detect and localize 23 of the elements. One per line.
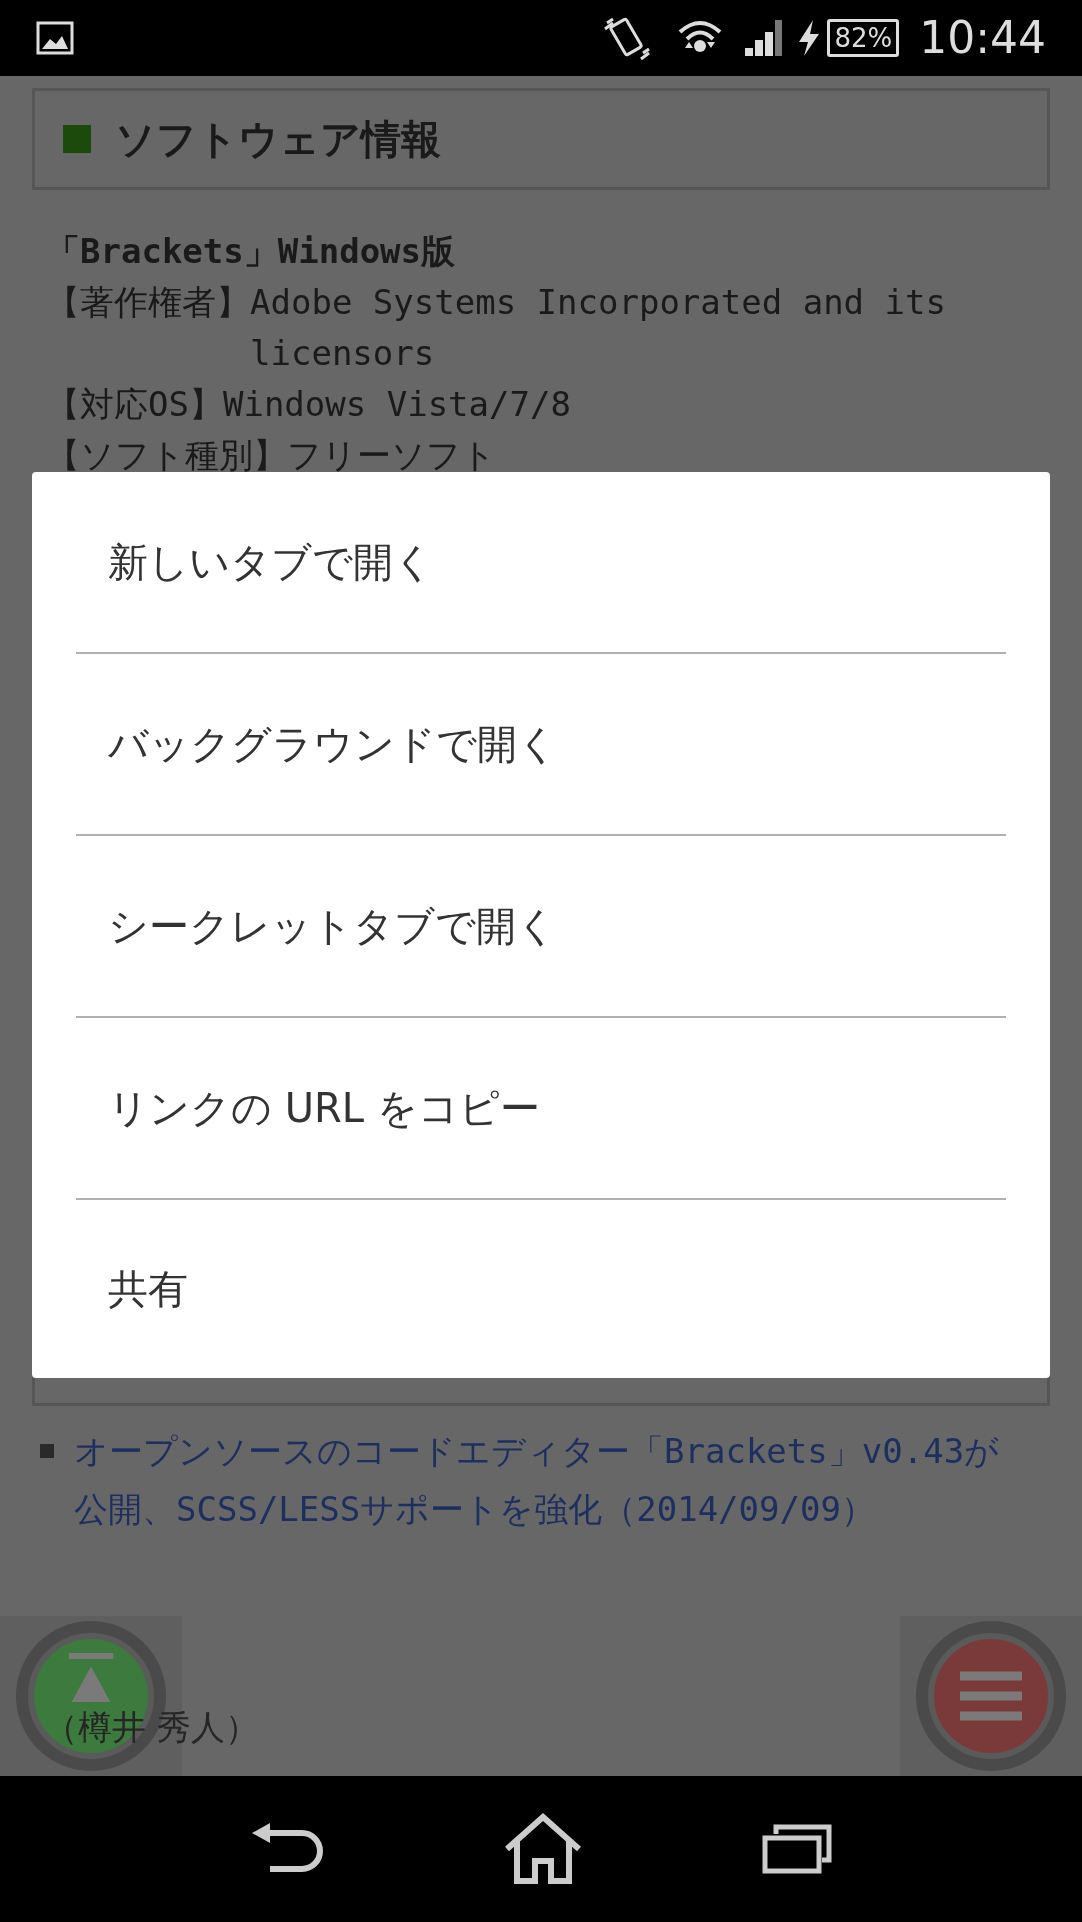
menu-item[interactable]: バックグラウンドで開く: [76, 654, 1006, 836]
arrow-to-top-icon: [67, 1653, 115, 1705]
info-label: 【著作権者】: [46, 281, 250, 324]
home-icon[interactable]: [503, 1813, 583, 1885]
info-value: Windows Vista/7/8: [222, 383, 571, 426]
menu-icon: [960, 1671, 1022, 1721]
list-bullet-icon: [40, 1444, 54, 1458]
info-label: 【対応OS】: [46, 383, 223, 426]
menu-item[interactable]: リンクの URL をコピー: [76, 1018, 1006, 1200]
author-name: （樽井 秀人）: [44, 1706, 259, 1749]
menu-item[interactable]: シークレットタブで開く: [76, 836, 1006, 1018]
clock-time: 10:44: [919, 11, 1046, 65]
charging-icon: [797, 18, 822, 58]
battery-indicator: 82%: [827, 19, 900, 57]
menu-item[interactable]: 新しいタブで開く: [76, 472, 1006, 654]
info-value: Adobe Systems Incorporated and its licensors: [250, 281, 947, 375]
square-bullet-icon: [63, 125, 91, 153]
section-title: ソフトウェア情報: [115, 115, 441, 164]
menu-item[interactable]: 共有: [76, 1200, 1006, 1378]
image-icon: [36, 21, 74, 55]
recent-apps-icon[interactable]: [762, 1824, 833, 1874]
software-name: 「Brackets」Windows版: [46, 230, 457, 273]
signal-icon: [743, 18, 784, 58]
